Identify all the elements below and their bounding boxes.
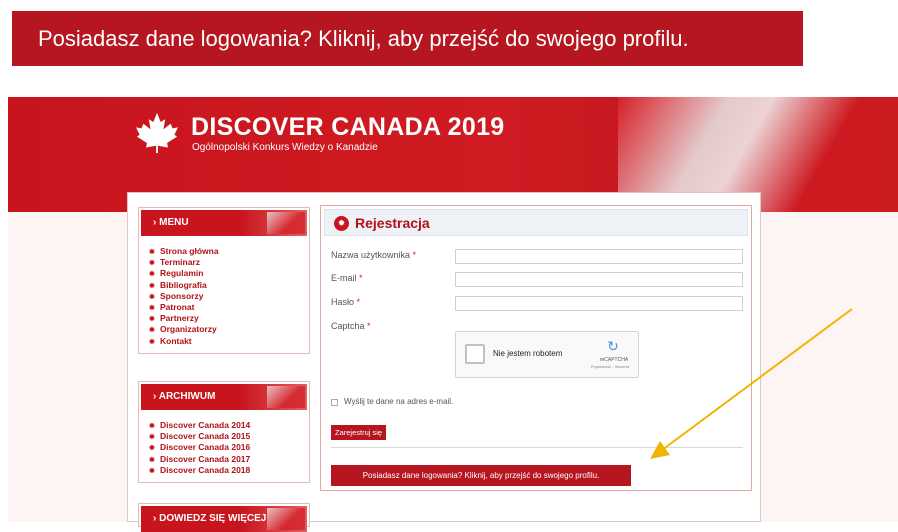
sidebar-archive: › ARCHIWUM ✹ Discover Canada 2014 ✹ Discov… [138, 381, 310, 483]
menu-list: ✹ Strona główna ✹ Terminarz ✹ Regulamin ✹ Bi… [139, 238, 309, 353]
sidebar-item-sponsorzy[interactable]: ✹ Sponsorzy [149, 291, 309, 302]
recaptcha-widget: Nie jestem robotem ↻ reCAPTCHA Prywatnoś… [455, 331, 639, 378]
maple-leaf-icon: ✹ [149, 327, 155, 335]
recaptcha-text: Nie jestem robotem [493, 349, 563, 358]
archive-item-2018[interactable]: ✹ Discover Canada 2018 [149, 465, 309, 476]
archive-list: ✹ Discover Canada 2014 ✹ Discover Canada 2… [139, 412, 309, 482]
sidebar-item-patronat[interactable]: ✹ Patronat [149, 302, 309, 313]
menu-heading: › MENU [141, 210, 307, 236]
password-label: Hasło * [331, 297, 361, 307]
maple-leaf-icon: ✹ [334, 216, 349, 231]
site-title[interactable]: DISCOVER CANADA 2019 [191, 113, 504, 142]
login-profile-button[interactable]: Posiadasz dane logowania? Kliknij, aby p… [331, 465, 631, 486]
site-subtitle: Ogólnopolski Konkurs Wiedzy o Kanadzie [192, 142, 378, 153]
annotation-arrow-icon [650, 308, 853, 459]
username-label: Nazwa użytkownika * [331, 250, 417, 260]
flag-decoration [267, 212, 305, 234]
sidebar-item-bibliografia[interactable]: ✹ Bibliografia [149, 280, 309, 291]
sidebar-menu: › MENU ✹ Strona główna ✹ Terminarz ✹ Regula… [138, 207, 310, 354]
archive-item-2017[interactable]: ✹ Discover Canada 2017 [149, 454, 309, 465]
username-input[interactable] [455, 249, 743, 264]
sidebar-more: › DOWIEDZ SIĘ WIĘCEJ [138, 503, 310, 532]
recaptcha-terms-link[interactable]: Prywatność - Warunki [584, 364, 636, 369]
captcha-label: Captcha * [331, 321, 371, 331]
archive-item-2016[interactable]: ✹ Discover Canada 2016 [149, 442, 309, 453]
archive-heading: › ARCHIWUM [141, 384, 307, 410]
register-button[interactable]: Zarejestruj się [331, 425, 387, 440]
archive-item-2014[interactable]: ✹ Discover Canada 2014 [149, 420, 309, 431]
maple-leaf-icon: ✹ [149, 271, 155, 279]
send-copy-checkbox[interactable] [331, 399, 338, 406]
login-banner[interactable]: Posiadasz dane logowania? Kliknij, aby p… [12, 11, 803, 66]
maple-leaf-logo-icon[interactable] [134, 111, 180, 153]
send-copy-label: Wyślij te dane na adres e-mail. [344, 397, 454, 406]
maple-leaf-icon: ✹ [149, 445, 155, 453]
maple-leaf-icon: ✹ [149, 338, 155, 346]
sidebar-item-organizatorzy[interactable]: ✹ Organizatorzy [149, 324, 309, 335]
flag-decoration [267, 508, 305, 530]
sidebar-item-regulamin[interactable]: ✹ Regulamin [149, 268, 309, 279]
registration-header: ✹ Rejestracja [324, 209, 748, 236]
more-heading[interactable]: › DOWIEDZ SIĘ WIĘCEJ [141, 506, 307, 532]
sidebar-item-kontakt[interactable]: ✹ Kontakt [149, 336, 309, 347]
archive-item-2015[interactable]: ✹ Discover Canada 2015 [149, 431, 309, 442]
sidebar-item-terminarz[interactable]: ✹ Terminarz [149, 257, 309, 268]
email-input[interactable] [455, 272, 743, 287]
sidebar-item-partnerzy[interactable]: ✹ Partnerzy [149, 313, 309, 324]
maple-leaf-icon: ✹ [149, 467, 155, 475]
email-label: E-mail * [331, 273, 363, 283]
flag-decoration [267, 386, 305, 408]
recaptcha-brand: reCAPTCHA [599, 357, 629, 363]
sidebar-item-strona-glowna[interactable]: ✹ Strona główna [149, 246, 309, 257]
recaptcha-logo-icon: ↻ [607, 338, 619, 354]
registration-title: Rejestracja [355, 215, 430, 231]
recaptcha-checkbox[interactable] [465, 344, 485, 364]
